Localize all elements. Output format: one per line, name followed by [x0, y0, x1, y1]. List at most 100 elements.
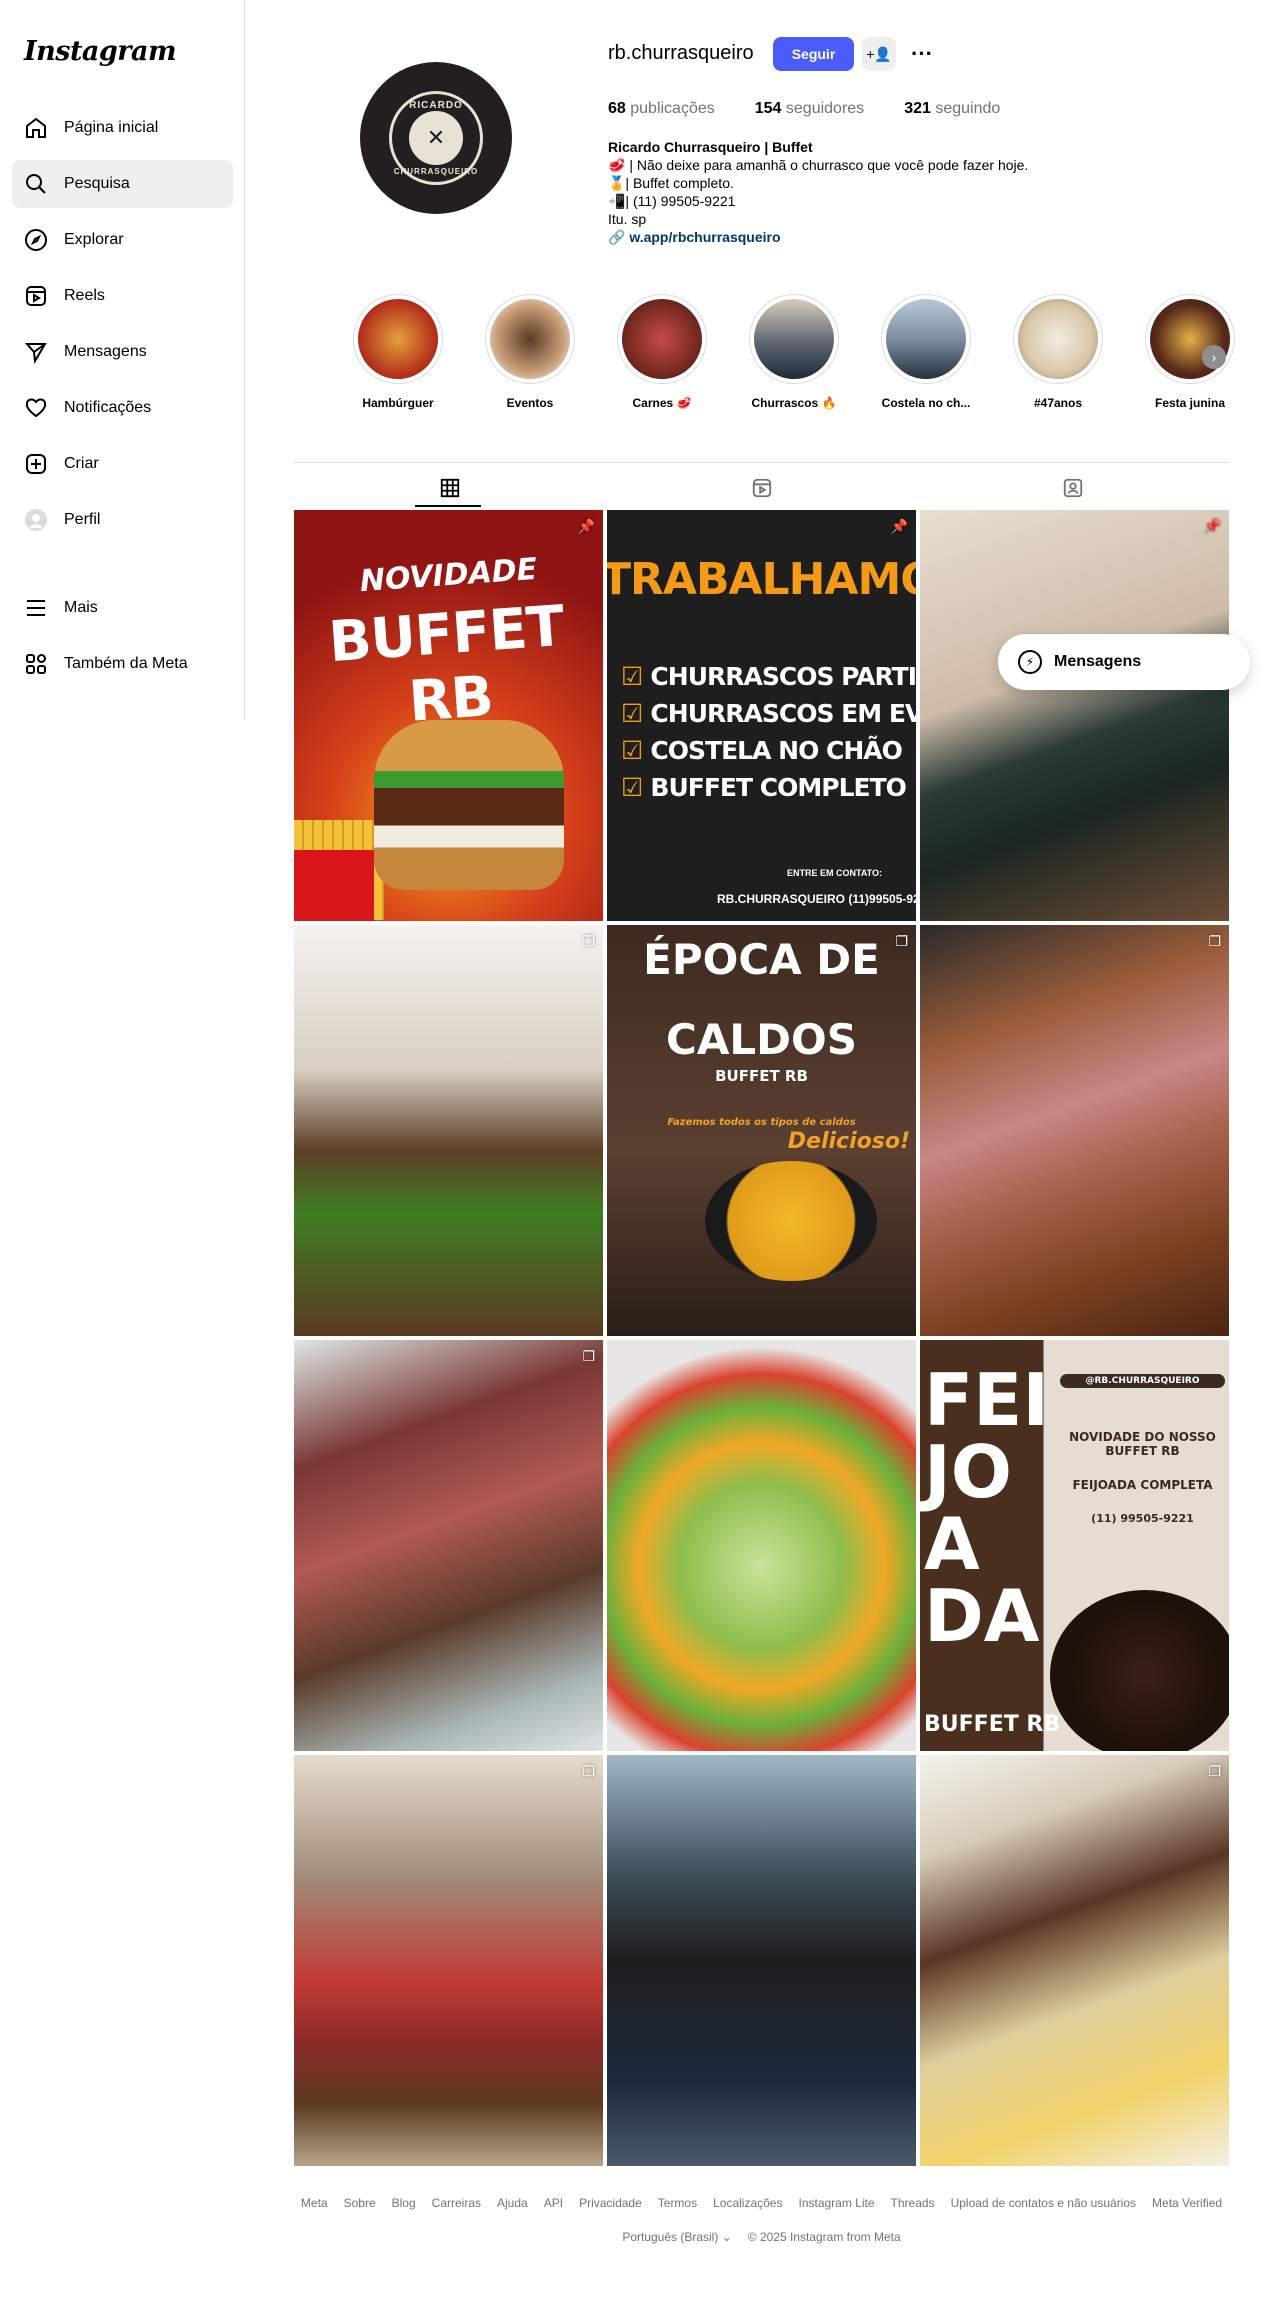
post-thumbnail[interactable]: ❐	[294, 1340, 603, 1751]
highlight-ring	[749, 294, 839, 384]
post-thumbnail[interactable]: ❐	[294, 925, 603, 1336]
highlight-item[interactable]: Hambúrguer	[332, 294, 464, 410]
bio-line: 🥩 | Não deixe para amanhã o churrasco qu…	[608, 157, 1029, 173]
sidebar-item-label: Mensagens	[64, 343, 147, 360]
messages-floating-button[interactable]: ⚡ Mensagens	[998, 634, 1250, 690]
reels-icon	[752, 478, 771, 497]
avatar-bottom-text: CHURRASQUEIRO	[393, 167, 479, 176]
footer-link[interactable]: Blog	[392, 2196, 416, 2210]
add-person-icon: +👤	[866, 45, 892, 62]
sidebar-item-more[interactable]: Mais	[12, 584, 233, 632]
post-text: ÉPOCA DE	[643, 935, 880, 984]
footer-link[interactable]: Localizações	[713, 2196, 782, 2210]
highlight-ring	[1013, 294, 1103, 384]
avatar-icon	[24, 508, 48, 532]
posts-stat: 68 publicações	[608, 100, 715, 118]
sidebar-nav: Página inicial Pesquisa Explorar Reels M…	[12, 104, 233, 696]
footer-link[interactable]: Termos	[658, 2196, 697, 2210]
highlight-item[interactable]: Eventos	[464, 294, 596, 410]
post-text: Fazemos todos os tipos de caldos	[667, 1117, 856, 1128]
carousel-icon: ❐	[582, 1348, 595, 1364]
following-stat[interactable]: 321 seguindo	[904, 100, 1000, 118]
profile-avatar[interactable]: RICARDO ✕ CHURRASQUEIRO	[360, 62, 512, 214]
post-thumbnail[interactable]: ÉPOCA DE CALDOS BUFFET RB Fazemos todos …	[607, 925, 916, 1336]
copyright: © 2025 Instagram from Meta	[747, 2230, 901, 2244]
footer-link[interactable]: Meta Verified	[1152, 2196, 1222, 2210]
check-icon: ☑	[621, 736, 643, 765]
footer-link[interactable]: API	[544, 2196, 563, 2210]
instagram-logo[interactable]: Instagram	[24, 36, 177, 67]
carousel-icon: ❐	[1208, 933, 1221, 949]
sidebar-item-home[interactable]: Página inicial	[12, 104, 233, 152]
followers-label: seguidores	[785, 100, 865, 117]
sidebar-item-reels[interactable]: Reels	[12, 272, 233, 320]
footer-link[interactable]: Ajuda	[497, 2196, 528, 2210]
post-text: BUFFET RB	[715, 1067, 808, 1085]
post-thumbnail[interactable]	[607, 1340, 916, 1751]
sidebar-item-search[interactable]: Pesquisa	[12, 160, 233, 208]
follow-button[interactable]: Seguir	[773, 37, 854, 71]
suggested-accounts-button[interactable]: +👤	[862, 37, 896, 71]
grid-icon	[440, 478, 459, 497]
footer-link[interactable]: Meta	[301, 2196, 328, 2210]
bio-line: 🏅| Buffet completo.	[608, 175, 734, 191]
footer-link[interactable]: Carreiras	[432, 2196, 481, 2210]
sidebar: Instagram Página inicial Pesquisa Explor…	[0, 0, 245, 720]
post-thumbnail[interactable]: 📌	[920, 510, 1229, 921]
highlight-ring	[353, 294, 443, 384]
link-icon: 🔗	[608, 229, 630, 245]
sidebar-item-explore[interactable]: Explorar	[12, 216, 233, 264]
sidebar-item-notifications[interactable]: Notificações	[12, 384, 233, 432]
post-text: FEI JO A DA	[924, 1358, 1050, 1658]
posts-label: publicações	[630, 100, 715, 117]
messages-label: Mensagens	[1054, 653, 1142, 670]
bio-link[interactable]: 🔗 w.app/rbchurrasqueiro	[608, 228, 1108, 246]
post-thumbnail[interactable]: ❐	[920, 1755, 1229, 2166]
post-thumbnail[interactable]	[607, 1755, 916, 2166]
checklist-item: ☑ COSTELA NO CHÃO	[621, 732, 916, 769]
footer-link[interactable]: Instagram Lite	[798, 2196, 874, 2210]
highlight-item[interactable]: #47anos	[992, 294, 1124, 410]
compass-icon	[24, 228, 48, 252]
highlights-next-icon[interactable]: ›	[1202, 345, 1226, 369]
footer-link[interactable]: Sobre	[344, 2196, 376, 2210]
footer-link[interactable]: Upload de contatos e não usuários	[951, 2196, 1136, 2210]
post-text: CALDOS	[666, 1015, 857, 1064]
highlight-cover	[490, 299, 570, 379]
footer-link[interactable]: Privacidade	[579, 2196, 642, 2210]
post-text: ENTRE EM CONTATO:	[787, 868, 882, 878]
carousel-icon: ❐	[582, 933, 595, 949]
checklist-text: CHURRASCOS PARTICULAR	[650, 662, 916, 691]
carousel-icon: ❐	[582, 1763, 595, 1779]
posts-grid: NOVIDADE BUFFET RB 📌 TRABALHAMOS COM ☑CH…	[294, 510, 1229, 2166]
highlight-label: #47anos	[1033, 396, 1083, 410]
pin-icon: 📌	[890, 518, 908, 534]
sidebar-item-profile[interactable]: Perfil	[12, 496, 233, 544]
sidebar-item-messages[interactable]: Mensagens	[12, 328, 233, 376]
highlight-label: Carnes 🥩	[632, 396, 692, 410]
sidebar-item-meta[interactable]: Também da Meta	[12, 640, 233, 688]
highlight-item[interactable]: Carnes 🥩	[596, 294, 728, 410]
checklist-item: ☑CHURRASCOS EM EVENTOS	[621, 695, 916, 732]
highlight-item[interactable]: Costela no ch...	[860, 294, 992, 410]
highlight-cover	[754, 299, 834, 379]
options-icon[interactable]: ···	[908, 40, 936, 68]
messenger-icon: ⚡	[1018, 650, 1042, 674]
post-thumbnail[interactable]: ❐	[920, 925, 1229, 1336]
followers-stat[interactable]: 154 seguidores	[755, 100, 864, 118]
post-thumbnail[interactable]: TRABALHAMOS COM ☑CHURRASCOS PARTICULAR ☑…	[607, 510, 916, 921]
language-select[interactable]: Português (Brasil) ⌄	[622, 2230, 731, 2244]
carousel-icon: ❐	[1208, 1763, 1221, 1779]
footer-link[interactable]: Threads	[891, 2196, 935, 2210]
tab-reels[interactable]	[606, 463, 918, 512]
post-thumbnail[interactable]: NOVIDADE BUFFET RB 📌	[294, 510, 603, 921]
sidebar-item-create[interactable]: Criar	[12, 440, 233, 488]
followers-count: 154	[754, 100, 782, 117]
post-text: (11) 99505-9221	[1091, 1512, 1194, 1525]
tab-tagged[interactable]	[917, 463, 1229, 512]
post-text: NOVIDADE DO NOSSO BUFFET RB	[1069, 1430, 1216, 1458]
highlight-item[interactable]: Festa junina	[1124, 294, 1256, 410]
highlight-item[interactable]: Churrascos 🔥	[728, 294, 860, 410]
post-thumbnail[interactable]: ❐	[294, 1755, 603, 2166]
post-thumbnail[interactable]: FEI JO A DA BUFFET RB @RB.CHURRASQUEIRO …	[920, 1340, 1229, 1751]
